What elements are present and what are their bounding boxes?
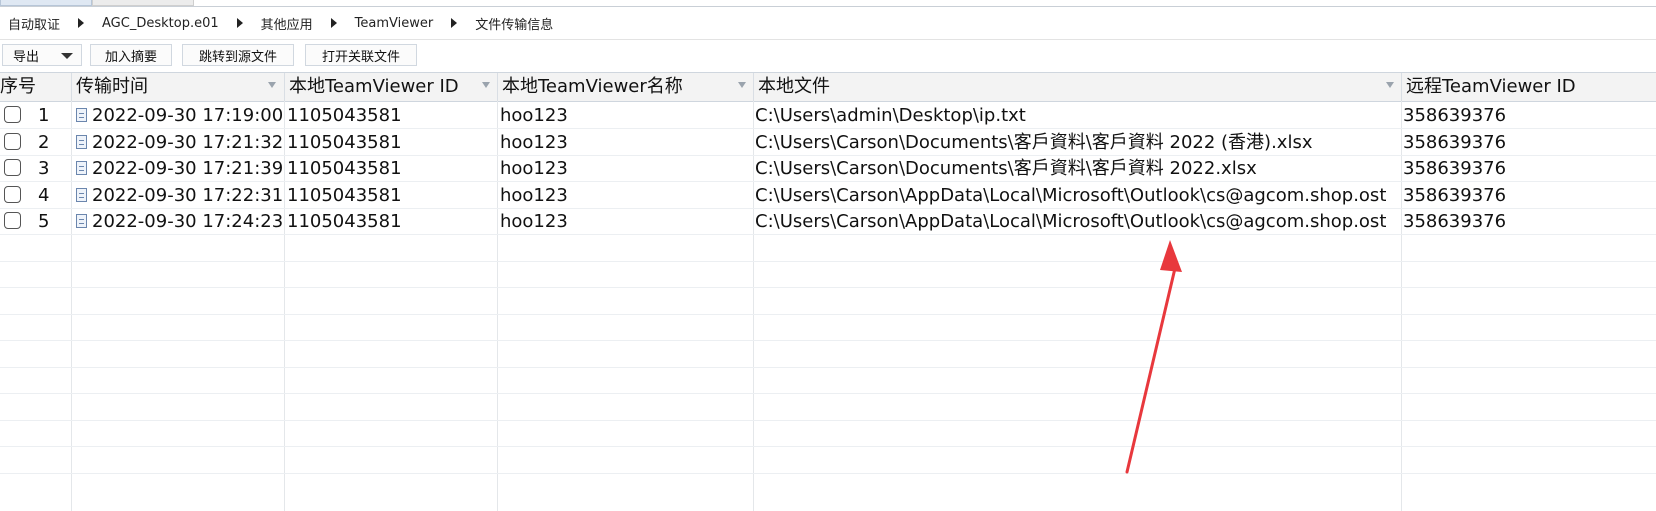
local-file-cell: C:\Users\Carson\Documents\客戶資料\客戶資料 2022… xyxy=(755,132,1313,153)
row-divider xyxy=(0,314,1656,315)
column-header-transfer-time[interactable]: 传输时间 xyxy=(72,73,285,101)
transfer-time-value: 2022-09-30 17:24:23 xyxy=(92,211,284,232)
row-divider xyxy=(0,393,1656,394)
remote-id-cell: 358639376 xyxy=(1403,185,1507,206)
breadcrumb-item-file-transfer[interactable]: 文件传输信息 xyxy=(467,14,561,33)
transfer-time-cell: 2022-09-30 17:19:00 xyxy=(76,102,283,129)
local-file-cell: C:\Users\Carson\AppData\Local\Microsoft\… xyxy=(755,185,1387,206)
row-checkbox[interactable] xyxy=(4,106,21,123)
document-icon xyxy=(76,188,87,202)
column-header-local-file-label: 本地文件 xyxy=(758,76,830,97)
column-header-transfer-time-label: 传输时间 xyxy=(76,76,148,97)
row-index: 2 xyxy=(38,132,50,153)
row-divider xyxy=(0,446,1656,447)
row-checkbox[interactable] xyxy=(4,186,21,203)
chevron-right-icon xyxy=(330,18,337,28)
tab-strip xyxy=(0,0,1656,7)
row-index: 4 xyxy=(38,185,50,206)
row-checkbox[interactable] xyxy=(4,133,21,150)
toolbar: 导出 加入摘要 跳转到源文件 打开关联文件 xyxy=(0,40,1656,70)
row-divider xyxy=(0,473,1656,474)
local-name-cell: hoo123 xyxy=(500,132,568,153)
column-header-index[interactable]: 序号 xyxy=(0,73,72,101)
column-header-local-name[interactable]: 本地TeamViewer名称 xyxy=(498,73,754,101)
column-header-local-file[interactable]: 本地文件 xyxy=(754,73,1402,101)
chevron-right-icon xyxy=(451,18,458,28)
grid-header: 序号 传输时间 本地TeamViewer ID 本地TeamViewer名称 本… xyxy=(0,73,1656,102)
transfer-time-cell: 2022-09-30 17:21:39 xyxy=(76,155,283,182)
transfer-time-value: 2022-09-30 17:21:32 xyxy=(92,132,284,153)
row-divider xyxy=(0,367,1656,368)
column-header-local-id[interactable]: 本地TeamViewer ID xyxy=(285,73,498,101)
local-id-cell: 1105043581 xyxy=(287,132,402,153)
remote-id-cell: 358639376 xyxy=(1403,211,1507,232)
export-dropdown-button[interactable]: 导出 xyxy=(2,44,82,66)
row-divider xyxy=(0,340,1656,341)
local-id-cell: 1105043581 xyxy=(287,105,402,126)
local-id-cell: 1105043581 xyxy=(287,211,402,232)
breadcrumb-item-other-apps[interactable]: 其他应用 xyxy=(253,14,321,33)
filter-icon[interactable] xyxy=(268,82,276,88)
filter-icon[interactable] xyxy=(482,82,490,88)
local-name-cell: hoo123 xyxy=(500,185,568,206)
chevron-right-icon xyxy=(236,18,243,28)
chevron-down-icon xyxy=(61,53,73,59)
row-checkbox[interactable] xyxy=(4,212,21,229)
remote-id-cell: 358639376 xyxy=(1403,105,1507,126)
breadcrumb: 自动取证 AGC_Desktop.e01 其他应用 TeamViewer 文件传… xyxy=(0,7,1656,40)
local-id-cell: 1105043581 xyxy=(287,185,402,206)
transfer-time-cell: 2022-09-30 17:22:31 xyxy=(76,182,283,209)
transfer-time-cell: 2022-09-30 17:21:32 xyxy=(76,129,283,156)
column-header-local-id-label: 本地TeamViewer ID xyxy=(289,76,459,97)
row-divider xyxy=(0,261,1656,262)
table-row[interactable]: 3 2022-09-30 17:21:39 1105043581 hoo123 … xyxy=(0,155,1656,182)
tab-inactive[interactable] xyxy=(92,0,194,6)
breadcrumb-item-teamviewer[interactable]: TeamViewer xyxy=(347,16,442,31)
local-id-cell: 1105043581 xyxy=(287,158,402,179)
transfer-time-value: 2022-09-30 17:21:39 xyxy=(92,158,284,179)
remote-id-cell: 358639376 xyxy=(1403,158,1507,179)
column-header-remote-id[interactable]: 远程TeamViewer ID xyxy=(1402,73,1656,101)
document-icon xyxy=(76,161,87,175)
row-index: 3 xyxy=(38,158,50,179)
export-label: 导出 xyxy=(13,49,40,65)
breadcrumb-item-image[interactable]: AGC_Desktop.e01 xyxy=(94,16,227,31)
filter-icon[interactable] xyxy=(738,82,746,88)
tab-active[interactable] xyxy=(0,0,92,6)
row-index: 5 xyxy=(38,211,50,232)
table-row[interactable]: 1 2022-09-30 17:19:00 1105043581 hoo123 … xyxy=(0,102,1656,129)
column-header-local-name-label: 本地TeamViewer名称 xyxy=(502,76,683,97)
local-name-cell: hoo123 xyxy=(500,211,568,232)
document-icon xyxy=(76,108,87,122)
remote-id-cell: 358639376 xyxy=(1403,132,1507,153)
local-name-cell: hoo123 xyxy=(500,105,568,126)
transfer-time-value: 2022-09-30 17:22:31 xyxy=(92,185,284,206)
filter-icon[interactable] xyxy=(1386,82,1394,88)
row-index: 1 xyxy=(38,105,50,126)
local-file-cell: C:\Users\admin\Desktop\ip.txt xyxy=(755,105,1026,126)
table-row[interactable]: 2 2022-09-30 17:21:32 1105043581 hoo123 … xyxy=(0,129,1656,156)
document-icon xyxy=(76,214,87,228)
add-summary-button[interactable]: 加入摘要 xyxy=(90,44,172,66)
row-divider xyxy=(0,287,1656,288)
document-icon xyxy=(76,135,87,149)
row-checkbox[interactable] xyxy=(4,159,21,176)
data-grid: 序号 传输时间 本地TeamViewer ID 本地TeamViewer名称 本… xyxy=(0,72,1656,511)
table-row[interactable]: 4 2022-09-30 17:22:31 1105043581 hoo123 … xyxy=(0,182,1656,209)
transfer-time-value: 2022-09-30 17:19:00 xyxy=(92,105,284,126)
local-name-cell: hoo123 xyxy=(500,158,568,179)
chevron-right-icon xyxy=(78,18,85,28)
local-file-cell: C:\Users\Carson\AppData\Local\Microsoft\… xyxy=(755,211,1387,232)
transfer-time-cell: 2022-09-30 17:24:23 xyxy=(76,208,283,235)
local-file-cell: C:\Users\Carson\Documents\客戶資料\客戶資料 2022… xyxy=(755,158,1257,179)
row-divider xyxy=(0,420,1656,421)
open-related-file-button[interactable]: 打开关联文件 xyxy=(305,44,417,66)
jump-to-source-button[interactable]: 跳转到源文件 xyxy=(182,44,294,66)
table-row[interactable]: 5 2022-09-30 17:24:23 1105043581 hoo123 … xyxy=(0,208,1656,235)
breadcrumb-item-auto-forensics[interactable]: 自动取证 xyxy=(0,14,68,33)
